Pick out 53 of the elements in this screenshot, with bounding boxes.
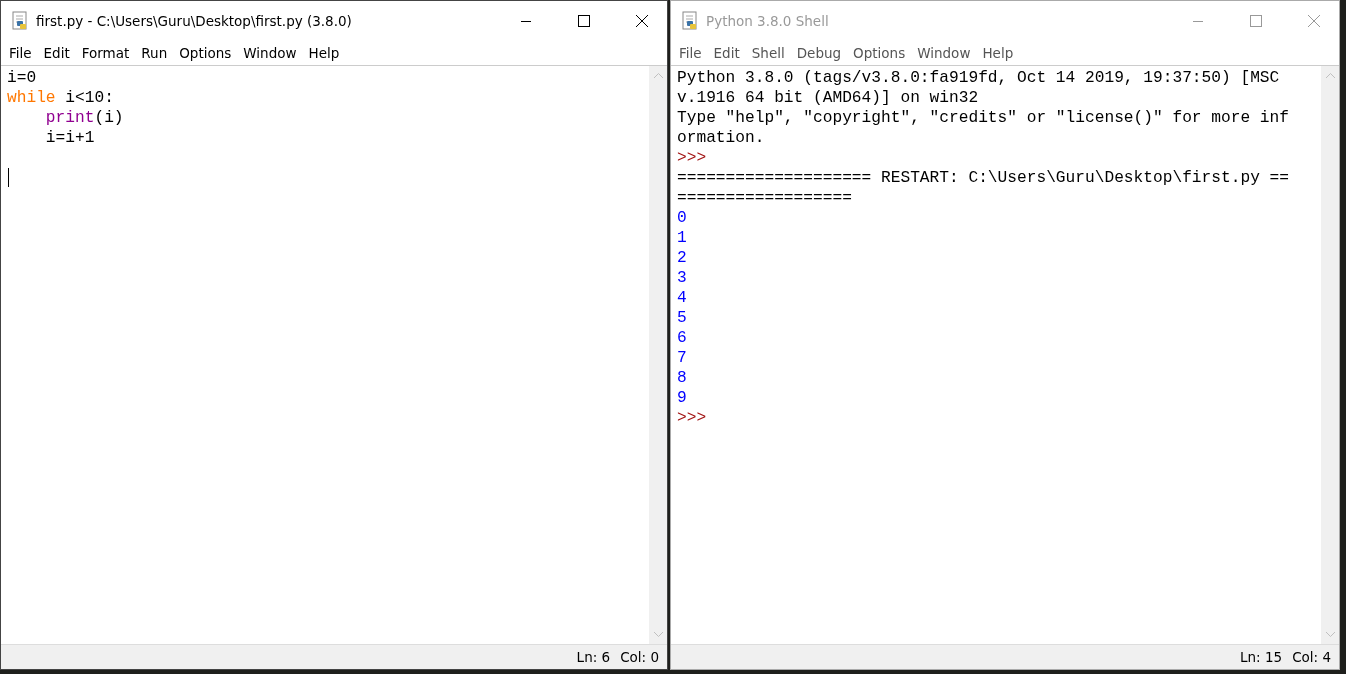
output-text: 6	[677, 329, 687, 347]
output-text: 8	[677, 369, 687, 387]
prompt-text: >>>	[677, 149, 707, 167]
menu-item[interactable]: Options	[847, 45, 912, 61]
chevron-up-icon[interactable]	[1324, 72, 1336, 80]
python-file-icon	[680, 11, 700, 31]
code-text: ormation.	[677, 129, 765, 147]
menu-item[interactable]: Shell	[745, 45, 791, 61]
code-text: i=0	[7, 69, 37, 87]
chevron-down-icon[interactable]	[1324, 630, 1336, 638]
menu-item[interactable]: File	[673, 45, 708, 61]
column-number: Col: 0	[620, 649, 659, 665]
line-number: Ln: 15	[1240, 649, 1283, 665]
code-text: Python 3.8.0 (tags/v3.8.0:fa919fd, Oct 14 2019, 19:37:50) [MSC	[677, 69, 1280, 87]
output-text: 1	[677, 229, 687, 247]
line-number: Ln: 6	[576, 649, 611, 665]
scrollbar[interactable]	[1321, 66, 1339, 644]
code-text: i=i+1	[45, 129, 95, 147]
menu-item[interactable]: Window	[237, 45, 303, 61]
menu-item[interactable]: Edit	[707, 45, 746, 61]
chevron-up-icon[interactable]	[652, 72, 664, 80]
code-text: ==================== RESTART: C:\Users\Guru\Desktop\first.py ==	[677, 169, 1289, 187]
menu-item[interactable]: Run	[135, 45, 174, 61]
code-text: (i)	[94, 109, 124, 127]
output-text: 5	[677, 309, 687, 327]
code-text: i<10:	[64, 89, 114, 107]
output-text: 7	[677, 349, 687, 367]
output-text: 9	[677, 389, 687, 407]
menu-item[interactable]: Debug	[790, 45, 848, 61]
prompt-text: >>>	[677, 409, 707, 427]
scrollbar[interactable]	[649, 66, 667, 644]
text-area[interactable]: i=0 while i<10: print(i) i=i+1	[1, 66, 649, 644]
window-title: first.py - C:\Users\Guru\Desktop\first.py (3.8.0)	[36, 13, 353, 29]
output-text: 2	[677, 249, 687, 267]
code-text: Type "help", "copyright", "credits" or "license()" for more inf	[677, 109, 1289, 127]
menu-item[interactable]: Help	[976, 45, 1020, 61]
column-number: Col: 4	[1292, 649, 1331, 665]
code-text: while	[7, 89, 56, 107]
code-text: ==================	[677, 189, 852, 207]
code-text: v.1916 64 bit (AMD64)] on win32	[677, 89, 979, 107]
output-text: 3	[677, 269, 687, 287]
menu-item[interactable]: Format	[75, 45, 136, 61]
menu-item[interactable]: Edit	[37, 45, 76, 61]
output-text: 4	[677, 289, 687, 307]
code-text: print	[45, 109, 95, 127]
menu-item[interactable]: Help	[302, 45, 346, 61]
python-file-icon	[10, 11, 30, 31]
menu-item[interactable]: Window	[911, 45, 977, 61]
output-text: 0	[677, 209, 687, 227]
window-title: Python 3.8.0 Shell	[706, 13, 830, 29]
chevron-down-icon[interactable]	[652, 630, 664, 638]
menu-item[interactable]: File	[3, 45, 38, 61]
menu-item[interactable]: Options	[173, 45, 238, 61]
